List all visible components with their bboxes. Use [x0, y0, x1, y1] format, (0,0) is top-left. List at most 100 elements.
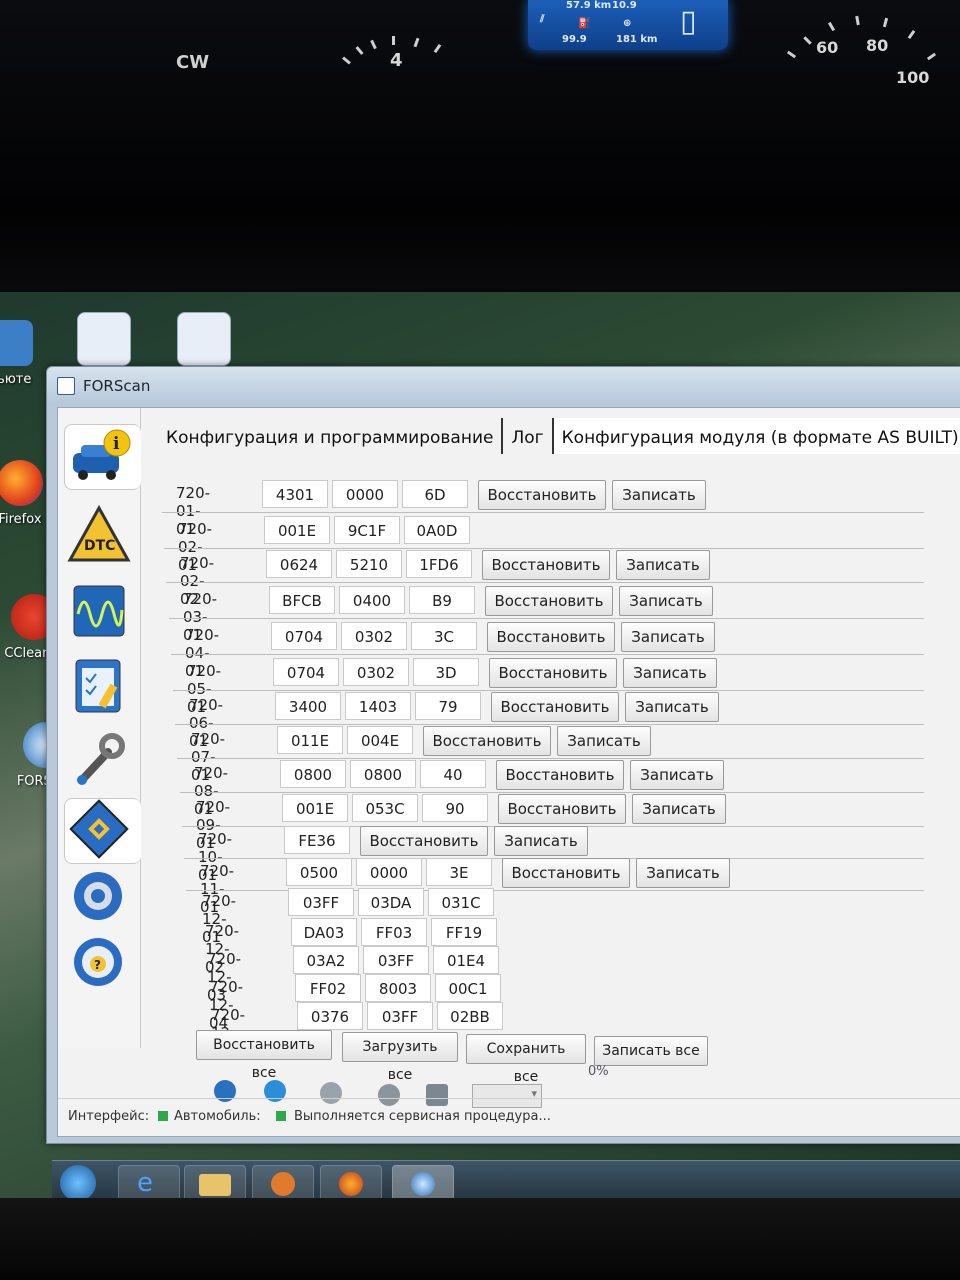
- window-titlebar[interactable]: FORScan: [47, 367, 960, 405]
- restore-button[interactable]: Восстановить: [478, 480, 606, 510]
- restore-button[interactable]: Восстановить: [502, 858, 630, 888]
- restore-button[interactable]: Восстановить: [496, 760, 624, 790]
- hex-value-cell[interactable]: FF02: [295, 974, 361, 1002]
- hex-value-cell[interactable]: 011E: [277, 726, 343, 754]
- sidebar-configuration[interactable]: [64, 798, 141, 864]
- write-button[interactable]: Записать: [630, 760, 724, 790]
- car-dashboard: ⫽ 57.9 km 10.9 ⛽ 99.9 ⊕ 181 km ▯ CW 4 60…: [0, 0, 960, 300]
- hex-value-cell[interactable]: 0800: [280, 760, 346, 788]
- hex-value-cell[interactable]: 0800: [350, 760, 416, 788]
- restore-button[interactable]: Восстановить: [489, 658, 617, 688]
- hex-value-cell[interactable]: 0704: [273, 658, 339, 686]
- write-button[interactable]: Записать: [494, 826, 588, 856]
- hex-value-cell[interactable]: B9: [409, 586, 475, 614]
- hex-value-cell[interactable]: 1403: [345, 692, 411, 720]
- word-document-icon[interactable]: [64, 312, 144, 372]
- write-button[interactable]: Записать: [621, 622, 715, 652]
- hex-value-cell[interactable]: 0400: [339, 586, 405, 614]
- hex-value-cell[interactable]: 3C: [411, 622, 477, 650]
- write-button[interactable]: Записать: [623, 658, 717, 688]
- tab-as-built[interactable]: Конфигурация модуля (в формате AS BUILT): [553, 418, 960, 454]
- hex-value-cell[interactable]: 0376: [297, 1002, 363, 1030]
- forscan-window: FORScan i DTC ? Конфигурация и программи…: [46, 366, 960, 1144]
- restore-button[interactable]: Восстановить: [360, 826, 488, 856]
- hex-value-cell[interactable]: 79: [415, 692, 481, 720]
- hex-value-cell[interactable]: 40: [420, 760, 486, 788]
- checklist-icon: [75, 659, 121, 713]
- hex-value-cell[interactable]: BFCB: [269, 586, 335, 614]
- hex-value-cell[interactable]: 5210: [336, 550, 402, 578]
- hex-value-cell[interactable]: 6D: [402, 480, 468, 508]
- tab-configuration-programming[interactable]: Конфигурация и программирование: [158, 418, 504, 454]
- hex-value-cell[interactable]: FF03: [361, 918, 427, 946]
- sidebar-settings[interactable]: [64, 866, 134, 930]
- chip-config-icon: [69, 799, 129, 859]
- restore-all-button[interactable]: Восстановить все: [196, 1030, 332, 1081]
- media-icon: [271, 1172, 295, 1196]
- hex-value-cell[interactable]: 03DA: [358, 888, 424, 916]
- hex-value-cell[interactable]: 0302: [343, 658, 409, 686]
- hex-value-cell[interactable]: 0A0D: [404, 516, 470, 544]
- hex-value-cell[interactable]: 0500: [286, 858, 352, 886]
- hex-value-cell[interactable]: FE36: [284, 826, 350, 854]
- hex-value-cell[interactable]: 001E: [282, 794, 348, 822]
- start-button[interactable]: [60, 1165, 96, 1201]
- save-all-button[interactable]: Сохранить все: [466, 1034, 586, 1085]
- hex-value-cell[interactable]: 001E: [264, 516, 330, 544]
- hex-value-cell[interactable]: FF19: [431, 918, 497, 946]
- hex-value-cell[interactable]: 0624: [266, 550, 332, 578]
- write-button[interactable]: Записать: [636, 858, 730, 888]
- hex-value-cell[interactable]: 004E: [347, 726, 413, 754]
- hex-value-cell[interactable]: 02BB: [437, 1002, 503, 1030]
- write-all-button[interactable]: Записать все: [594, 1036, 708, 1066]
- sidebar-service[interactable]: [64, 726, 134, 790]
- hex-value-cell[interactable]: 3D: [413, 658, 479, 686]
- hex-value-cell[interactable]: 90: [422, 794, 488, 822]
- hex-value-cell[interactable]: 03FF: [363, 946, 429, 974]
- write-button[interactable]: Записать: [619, 586, 713, 616]
- sidebar-oscilloscope[interactable]: [64, 580, 134, 644]
- restore-button[interactable]: Восстановить: [487, 622, 615, 652]
- restore-button[interactable]: Восстановить: [485, 586, 613, 616]
- word-document-icon[interactable]: [164, 312, 244, 372]
- row-divider: [171, 654, 924, 655]
- tab-log[interactable]: Лог: [503, 418, 554, 454]
- restore-button[interactable]: Восстановить: [482, 550, 610, 580]
- hex-value-cell[interactable]: 3400: [275, 692, 341, 720]
- sidebar-vehicle-info[interactable]: i: [64, 424, 141, 490]
- hex-value-cell[interactable]: 8003: [365, 974, 431, 1002]
- hex-value-cell[interactable]: DA03: [291, 918, 357, 946]
- write-button[interactable]: Записать: [632, 794, 726, 824]
- hex-value-cell[interactable]: 0000: [356, 858, 422, 886]
- load-all-button[interactable]: Загрузить все: [342, 1032, 458, 1083]
- hex-value-cell[interactable]: 0302: [341, 622, 407, 650]
- hex-value-cell[interactable]: 1FD6: [406, 550, 472, 578]
- desktop-icon-computer[interactable]: ньюте: [0, 320, 50, 387]
- hex-value-cell[interactable]: 9C1F: [334, 516, 400, 544]
- hex-value-cell[interactable]: 4301: [262, 480, 328, 508]
- hex-value-cell[interactable]: 0704: [271, 622, 337, 650]
- hex-value-cell[interactable]: 03FF: [367, 1002, 433, 1030]
- restore-button[interactable]: Восстановить: [491, 692, 619, 722]
- speedo-tick: [926, 52, 937, 61]
- speedo-tick: [907, 29, 916, 40]
- write-button[interactable]: Записать: [625, 692, 719, 722]
- restore-button[interactable]: Восстановить: [423, 726, 551, 756]
- speed-mark-60: 60: [816, 38, 839, 57]
- hex-value-cell[interactable]: 0000: [332, 480, 398, 508]
- hex-value-cell[interactable]: 01E4: [433, 946, 499, 974]
- hex-value-cell[interactable]: 03A2: [293, 946, 359, 974]
- write-button[interactable]: Записать: [557, 726, 651, 756]
- hex-value-cell[interactable]: 00C1: [435, 974, 501, 1002]
- sidebar-help[interactable]: ?: [64, 932, 134, 996]
- write-button[interactable]: Записать: [612, 480, 706, 510]
- sidebar-dtc[interactable]: DTC: [64, 502, 134, 566]
- restore-button[interactable]: Восстановить: [498, 794, 626, 824]
- hex-value-cell[interactable]: 031C: [428, 888, 494, 916]
- row-divider: [175, 724, 924, 725]
- write-button[interactable]: Записать: [616, 550, 710, 580]
- hex-value-cell[interactable]: 3E: [426, 858, 492, 886]
- sidebar-tests[interactable]: [64, 654, 134, 718]
- hex-value-cell[interactable]: 053C: [352, 794, 418, 822]
- hex-value-cell[interactable]: 03FF: [288, 888, 354, 916]
